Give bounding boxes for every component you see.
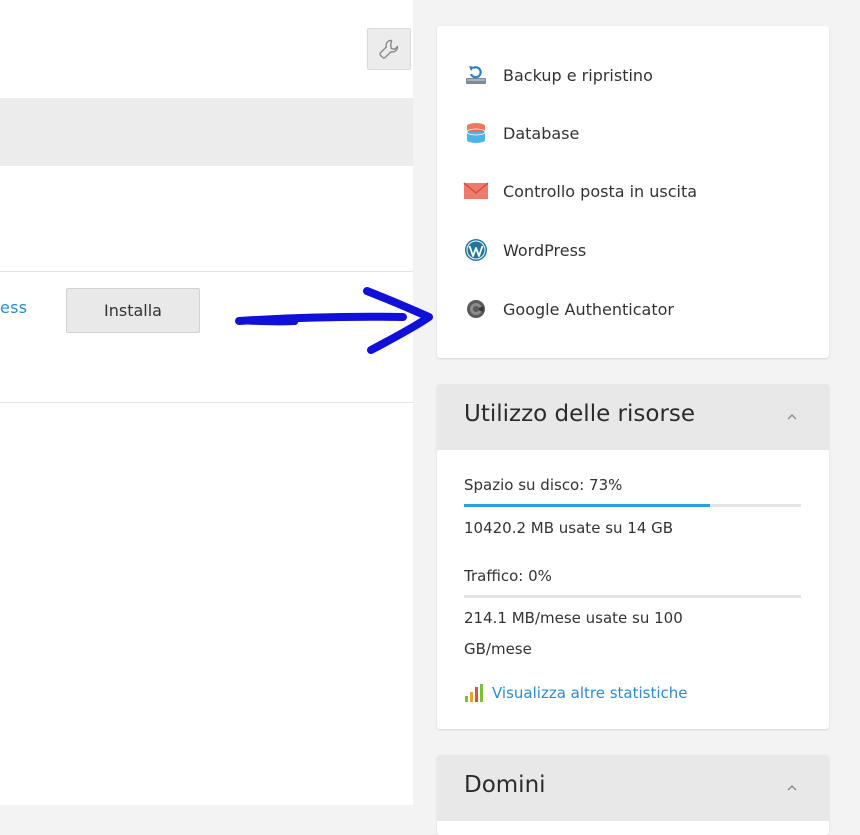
more-statistics-label: Visualizza altre statistiche (492, 684, 688, 702)
mail-icon (463, 178, 489, 204)
tool-item-outgoing-mail[interactable]: Controllo posta in uscita (463, 176, 697, 206)
traffic-detail: 214.1 MB/mese usate su 100 (464, 609, 683, 627)
disk-usage-bar (464, 504, 801, 507)
install-button[interactable]: Installa (66, 288, 200, 333)
tool-item-database[interactable]: Database (463, 118, 579, 148)
tool-item-backup[interactable]: Backup e ripristino (463, 60, 653, 90)
wrench-icon (379, 39, 399, 59)
tool-item-label: Database (503, 123, 580, 143)
tool-item-label: WordPress (503, 240, 587, 260)
row-divider (0, 402, 413, 403)
customize-button[interactable] (367, 28, 411, 70)
chevron-up-icon[interactable] (785, 781, 799, 795)
chevron-up-icon[interactable] (785, 410, 799, 424)
disk-usage-detail: 10420.2 MB usate su 14 GB (464, 519, 674, 537)
tool-item-google-authenticator[interactable]: Google Authenticator (463, 294, 674, 324)
disk-usage-fill (464, 504, 710, 507)
traffic-detail: GB/mese (464, 640, 532, 658)
google-authenticator-icon (463, 296, 489, 322)
disk-usage-label: Spazio su disco: 73% (464, 476, 623, 494)
more-statistics-link[interactable]: Visualizza altre statistiche (464, 683, 688, 703)
backup-icon (463, 62, 489, 88)
annotation-arrow (235, 287, 433, 354)
tools-card: Backup e ripristino Database Controllo p… (437, 26, 829, 358)
wordpress-icon (463, 237, 489, 263)
card-header: Utilizzo delle risorse (437, 384, 829, 450)
card-title: Domini (464, 772, 546, 798)
database-icon (463, 120, 489, 146)
tool-item-label: Backup e ripristino (503, 65, 653, 85)
card-header: Domini (437, 755, 829, 821)
row-divider (0, 271, 413, 272)
tool-item-label: Controllo posta in uscita (503, 181, 698, 201)
resource-usage-card: Utilizzo delle risorse Spazio su disco: … (437, 384, 829, 729)
tool-item-label: Google Authenticator (503, 299, 674, 319)
section-header (0, 98, 413, 166)
wordpress-link[interactable]: ess (0, 298, 27, 317)
traffic-bar (464, 595, 801, 598)
traffic-label: Traffico: 0% (464, 567, 552, 585)
tool-item-wordpress[interactable]: WordPress (463, 235, 586, 265)
bar-chart-icon (465, 684, 483, 702)
main-panel: ess Installa (0, 0, 413, 805)
card-title: Utilizzo delle risorse (464, 401, 696, 427)
domains-card: Domini (437, 755, 829, 835)
